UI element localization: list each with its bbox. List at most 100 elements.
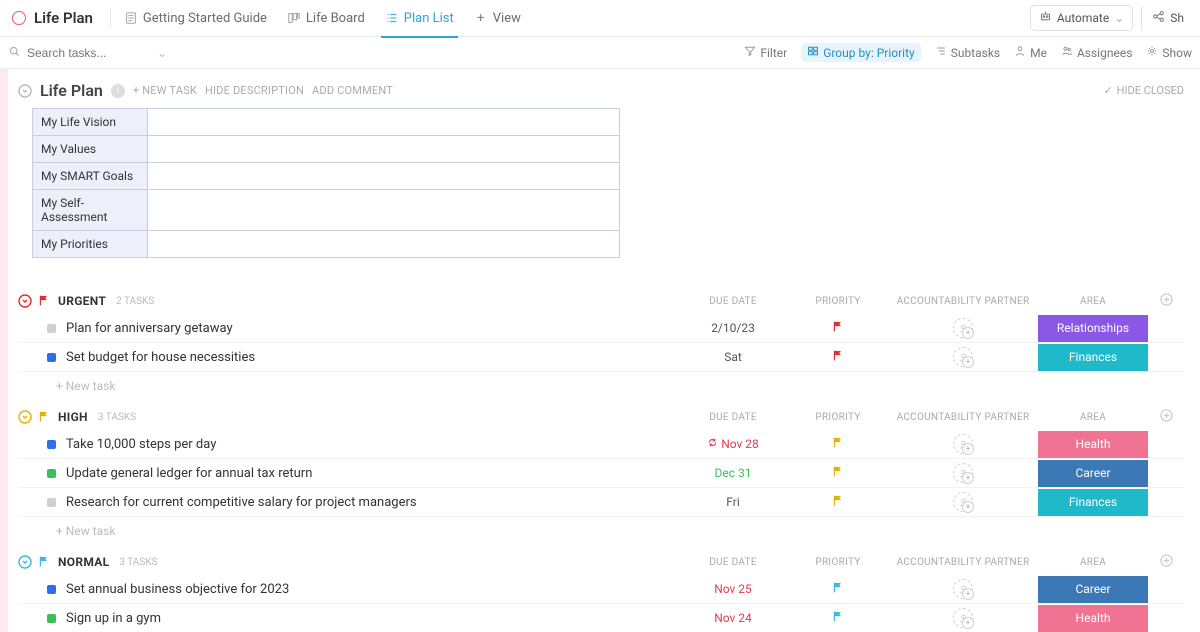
collapse-icon[interactable] <box>18 84 32 98</box>
tab-life-board[interactable]: Life Board <box>277 0 375 37</box>
desc-value[interactable] <box>148 163 620 190</box>
task-title[interactable]: Plan for anniversary getaway <box>66 321 678 336</box>
due-date-cell[interactable]: Nov 24 <box>678 611 788 625</box>
col-accountability[interactable]: ACCOUNTABILITY PARTNER <box>888 296 1038 307</box>
add-person-icon[interactable] <box>953 434 973 454</box>
col-accountability[interactable]: ACCOUNTABILITY PARTNER <box>888 557 1038 568</box>
description-table[interactable]: My Life VisionMy ValuesMy SMART GoalsMy … <box>32 108 620 258</box>
task-title[interactable]: Update general ledger for annual tax ret… <box>66 466 678 481</box>
accountability-cell[interactable] <box>888 463 1038 483</box>
task-title[interactable]: Sign up in a gym <box>66 611 678 626</box>
desc-row[interactable]: My Self-Assessment <box>33 190 620 231</box>
accountability-cell[interactable] <box>888 434 1038 454</box>
task-title[interactable]: Take 10,000 steps per day <box>66 437 678 452</box>
add-column-button[interactable] <box>1148 409 1184 425</box>
area-cell[interactable]: Career <box>1038 575 1148 604</box>
area-cell[interactable]: Relationships <box>1038 314 1148 343</box>
hide-closed-toggle[interactable]: ✓ HIDE CLOSED <box>1103 84 1184 97</box>
status-square-icon[interactable] <box>47 440 56 449</box>
col-due-date[interactable]: DUE DATE <box>678 412 788 423</box>
add-person-icon[interactable] <box>953 492 973 512</box>
desc-row[interactable]: My Values <box>33 136 620 163</box>
priority-cell[interactable] <box>788 581 888 598</box>
accountability-cell[interactable] <box>888 347 1038 367</box>
desc-row[interactable]: My Priorities <box>33 231 620 258</box>
tab-plan-list[interactable]: Plan List <box>375 0 464 37</box>
task-row[interactable]: Plan for anniversary getaway2/10/23 Relat… <box>18 314 1184 343</box>
new-task-button[interactable]: + New task <box>18 517 1184 545</box>
add-column-button[interactable] <box>1148 293 1184 309</box>
tab-getting-started[interactable]: Getting Started Guide <box>114 0 277 37</box>
add-person-icon[interactable] <box>953 318 973 338</box>
due-date-cell[interactable]: Fri <box>678 495 788 509</box>
groupby-button[interactable]: Group by: Priority <box>801 43 921 62</box>
status-square-icon[interactable] <box>47 614 56 623</box>
add-person-icon[interactable] <box>953 608 973 628</box>
area-cell[interactable]: Career <box>1038 459 1148 488</box>
priority-cell[interactable] <box>788 349 888 366</box>
col-priority[interactable]: PRIORITY <box>788 412 888 423</box>
due-date-cell[interactable]: Dec 31 <box>678 466 788 480</box>
desc-row[interactable]: My SMART Goals <box>33 163 620 190</box>
desc-row[interactable]: My Life Vision <box>33 109 620 136</box>
col-area[interactable]: AREA <box>1038 412 1148 423</box>
priority-cell[interactable] <box>788 494 888 511</box>
task-row[interactable]: Set annual business objective for 2023No… <box>18 575 1184 604</box>
priority-cell[interactable] <box>788 320 888 337</box>
accountability-cell[interactable] <box>888 608 1038 628</box>
task-title[interactable]: Set annual business objective for 2023 <box>66 582 678 597</box>
add-person-icon[interactable] <box>953 463 973 483</box>
status-square-icon[interactable] <box>47 498 56 507</box>
task-row[interactable]: Take 10,000 steps per dayNov 28 Health <box>18 430 1184 459</box>
area-cell[interactable]: Finances <box>1038 343 1148 372</box>
share-button[interactable]: Sh <box>1141 6 1192 30</box>
task-title[interactable]: Research for current competitive salary … <box>66 495 678 510</box>
area-cell[interactable]: Health <box>1038 604 1148 632</box>
accountability-cell[interactable] <box>888 492 1038 512</box>
filter-button[interactable]: Filter <box>744 45 787 60</box>
show-button[interactable]: Show <box>1146 45 1192 60</box>
task-row[interactable]: Set budget for house necessitiesSat Finan… <box>18 343 1184 372</box>
col-priority[interactable]: PRIORITY <box>788 557 888 568</box>
status-square-icon[interactable] <box>47 353 56 362</box>
add-column-button[interactable] <box>1148 554 1184 570</box>
desc-value[interactable] <box>148 109 620 136</box>
group-collapse-icon[interactable] <box>18 294 32 308</box>
priority-cell[interactable] <box>788 610 888 627</box>
area-cell[interactable]: Health <box>1038 430 1148 459</box>
me-button[interactable]: Me <box>1014 45 1047 60</box>
col-due-date[interactable]: DUE DATE <box>678 557 788 568</box>
col-area[interactable]: AREA <box>1038 296 1148 307</box>
hide-description-link[interactable]: HIDE DESCRIPTION <box>205 84 304 97</box>
subtasks-button[interactable]: Subtasks <box>935 45 1000 60</box>
col-area[interactable]: AREA <box>1038 557 1148 568</box>
info-icon[interactable]: i <box>111 84 125 98</box>
due-date-cell[interactable]: Sat <box>678 350 788 364</box>
accountability-cell[interactable] <box>888 318 1038 338</box>
status-square-icon[interactable] <box>47 585 56 594</box>
area-cell[interactable]: Finances <box>1038 488 1148 517</box>
chevron-down-icon[interactable]: ⌄ <box>157 46 167 60</box>
due-date-cell[interactable]: 2/10/23 <box>678 321 788 335</box>
group-collapse-icon[interactable] <box>18 410 32 424</box>
priority-cell[interactable] <box>788 436 888 453</box>
new-task-button[interactable]: + New task <box>18 372 1184 400</box>
due-date-cell[interactable]: Nov 28 <box>678 437 788 451</box>
col-priority[interactable]: PRIORITY <box>788 296 888 307</box>
add-comment-link[interactable]: ADD COMMENT <box>312 84 393 97</box>
task-row[interactable]: Sign up in a gymNov 24 Health <box>18 604 1184 632</box>
col-accountability[interactable]: ACCOUNTABILITY PARTNER <box>888 412 1038 423</box>
desc-value[interactable] <box>148 231 620 258</box>
group-collapse-icon[interactable] <box>18 555 32 569</box>
tab-add-view[interactable]: + View <box>464 0 531 37</box>
search-input[interactable] <box>27 46 147 60</box>
task-title[interactable]: Set budget for house necessities <box>66 350 678 365</box>
new-task-link[interactable]: + NEW TASK <box>133 84 197 97</box>
desc-value[interactable] <box>148 136 620 163</box>
priority-cell[interactable] <box>788 465 888 482</box>
automate-button[interactable]: Automate ⌄ <box>1030 5 1133 31</box>
status-square-icon[interactable] <box>47 469 56 478</box>
due-date-cell[interactable]: Nov 25 <box>678 582 788 596</box>
add-person-icon[interactable] <box>953 579 973 599</box>
desc-value[interactable] <box>148 190 620 231</box>
